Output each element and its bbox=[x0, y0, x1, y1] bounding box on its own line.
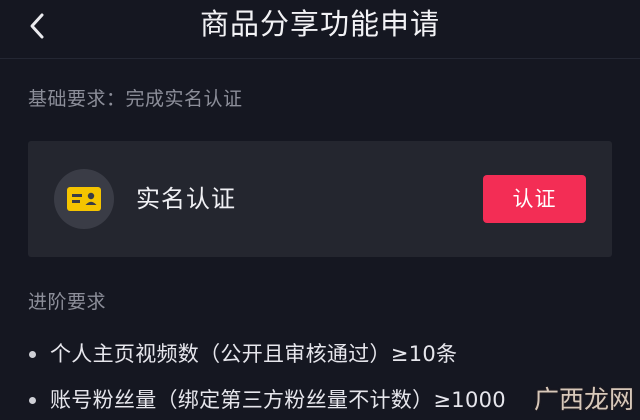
header-divider bbox=[0, 58, 640, 59]
advanced-requirement-label: 进阶要求 bbox=[28, 291, 107, 313]
id-card-icon bbox=[67, 187, 101, 211]
verify-button[interactable]: 认证 bbox=[483, 175, 586, 223]
page-title: 商品分享功能申请 bbox=[199, 7, 440, 41]
nav-header: 商品分享功能申请 bbox=[0, 0, 640, 56]
bullet-dot bbox=[29, 397, 36, 404]
app-screen: 商品分享功能申请 基础要求：完成实名认证 实名认证 认证 进阶要求 个人主页视频… bbox=[0, 0, 640, 420]
requirement-text: 个人主页视频数（公开且审核通过）≥10条 bbox=[50, 342, 458, 366]
basic-requirement-label: 基础要求：完成实名认证 bbox=[28, 88, 243, 110]
watermark-text: 广西龙网 bbox=[533, 385, 634, 414]
bullet-dot bbox=[29, 351, 36, 358]
verification-label: 实名认证 bbox=[136, 185, 236, 213]
list-item: 个人主页视频数（公开且审核通过）≥10条 bbox=[28, 336, 628, 382]
verification-card: 实名认证 认证 bbox=[28, 141, 612, 257]
watermark: 广西龙网 bbox=[534, 380, 634, 416]
requirement-text: 账号粉丝量（绑定第三方粉丝量不计数）≥1000 bbox=[50, 388, 506, 412]
id-card-icon-badge bbox=[54, 169, 114, 229]
